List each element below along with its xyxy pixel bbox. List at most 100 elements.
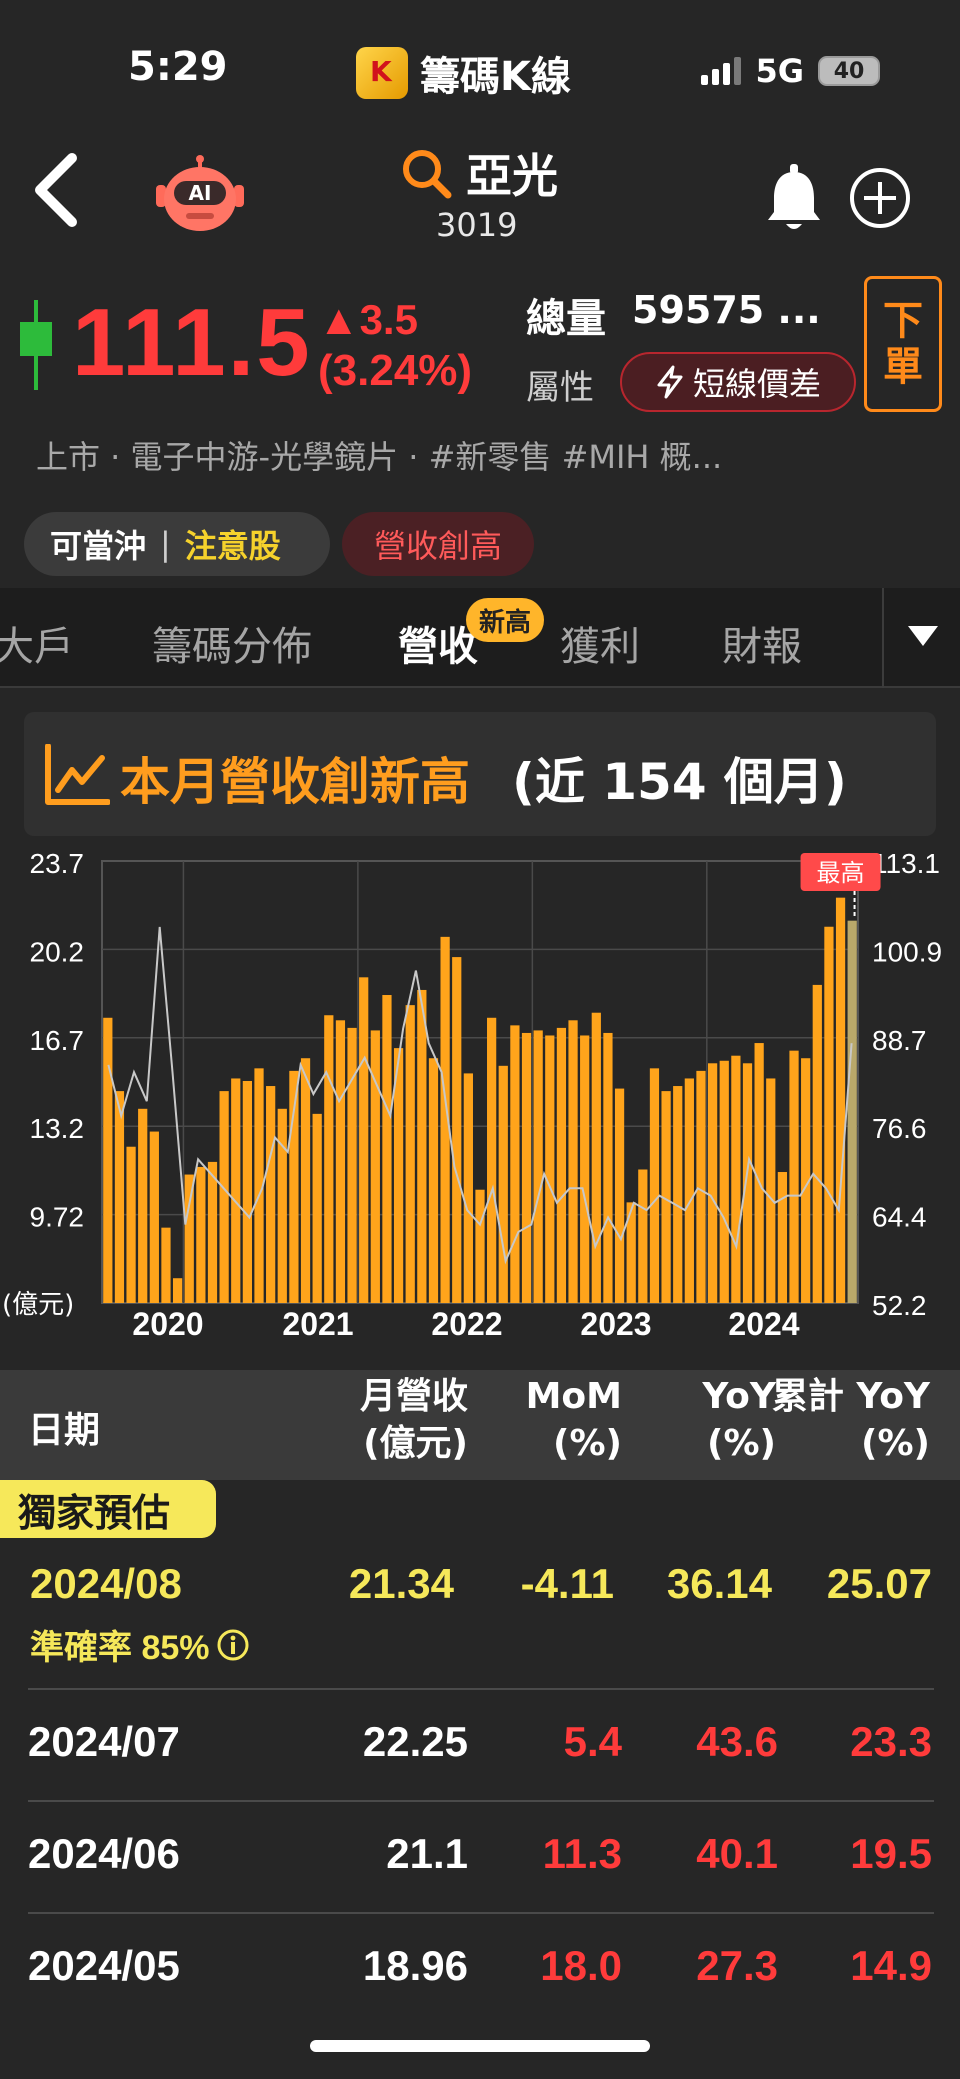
revenue-bar (510, 1025, 520, 1303)
revenue-bar (335, 1020, 346, 1303)
revenue-bar (324, 1015, 334, 1303)
y-right-tick-label: 88.7 (872, 1025, 927, 1056)
cell-revenue: 22.25 (362, 1718, 468, 1765)
current-price: 111.5 (72, 289, 312, 396)
revenue-bar (847, 920, 857, 1303)
trade-status-pill: 可當沖 | 注意股 (24, 512, 330, 576)
cell-yoy: 27.3 (696, 1942, 778, 1989)
revenue-bar (812, 984, 822, 1303)
candlestick-icon (20, 300, 52, 390)
tab-divider (882, 588, 884, 688)
bell-icon[interactable] (764, 162, 824, 234)
x-tick-label: 2024 (728, 1306, 799, 1342)
revenue-bar (138, 1108, 148, 1303)
info-icon[interactable] (216, 1628, 250, 1662)
order-button[interactable]: 下 單 (864, 276, 942, 412)
revenue-bar (777, 1172, 788, 1303)
industry-tags[interactable]: 上市 · 電子中游-光學鏡片 · #新零售 #MIH 概... (36, 432, 722, 478)
revenue-bar (347, 1027, 357, 1303)
add-watchlist-icon[interactable] (848, 166, 912, 230)
revenue-bar (580, 1035, 590, 1303)
dropdown-triangle-icon[interactable] (906, 624, 940, 648)
tab-chip-distribution[interactable]: 籌碼分佈 (152, 614, 312, 672)
cell-yoy: 40.1 (696, 1830, 778, 1877)
revenue-bar (556, 1027, 567, 1303)
revenue-bar (277, 1108, 287, 1303)
revenue-bar (231, 1078, 241, 1303)
revenue-bar (824, 926, 834, 1303)
revenue-bar (742, 1063, 753, 1303)
revenue-bar (835, 897, 846, 1303)
revenue-bar (475, 1189, 485, 1303)
tab-new-high-badge: 新高 (466, 598, 544, 642)
revenue-bar (708, 1063, 718, 1303)
x-tick-label: 2022 (431, 1306, 502, 1342)
tab-profit[interactable]: 獲利 (560, 614, 640, 672)
home-indicator[interactable] (310, 2040, 650, 2052)
cell-yoy: 43.6 (696, 1718, 778, 1765)
header-cum-yoy: 累計 YoY (%) (771, 1376, 930, 1464)
attribute-label: 屬性 (526, 368, 594, 408)
x-tick-label: 2023 (580, 1306, 651, 1342)
revenue-bar (417, 989, 427, 1303)
revenue-bar (545, 1035, 555, 1303)
back-arrow-icon[interactable] (28, 150, 88, 230)
revenue-bar (719, 1060, 729, 1303)
stock-search[interactable]: 亞光 (400, 140, 558, 206)
revenue-bar (498, 1065, 508, 1303)
header-date: 日期 (28, 1410, 101, 1451)
network-label: 5G (755, 52, 804, 90)
y-right-tick-label: 52.2 (872, 1290, 927, 1321)
revenue-bar (242, 1080, 252, 1303)
cell-cum-yoy: 14.9 (850, 1942, 932, 1989)
revenue-bar (149, 1131, 159, 1303)
cell-date: 2024/05 (28, 1942, 180, 1989)
cell-mom: 18.0 (540, 1942, 622, 1989)
revenue-bar (766, 1078, 776, 1303)
y-left-tick-label: 16.7 (30, 1025, 85, 1056)
table-header: 日期 月營收 (億元) MoM (%) YoY (%) 累計 YoY (%) (0, 1370, 960, 1480)
cell-revenue: 21.1 (386, 1830, 468, 1877)
revenue-bar (731, 1055, 741, 1303)
header-yoy: YoY (%) (702, 1376, 776, 1464)
revenue-bar (521, 1032, 532, 1303)
price-change: ▲3.5 (318, 296, 418, 343)
status-time: 5:29 (128, 44, 228, 90)
cell-cum-yoy: 19.5 (850, 1830, 932, 1877)
y-left-tick-label: 20.2 (30, 936, 85, 967)
x-tick-label: 2021 (282, 1306, 353, 1342)
revenue-bar (103, 1017, 113, 1303)
revenue-bar (487, 1017, 497, 1303)
header-revenue: 月營收 (億元) (359, 1376, 468, 1464)
revenue-bar (533, 1030, 543, 1303)
cell-revenue: 18.96 (362, 1942, 468, 1989)
revenue-bar (219, 1091, 229, 1303)
y-right-tick-label: 100.9 (872, 936, 942, 967)
lightning-icon (657, 365, 683, 399)
y-left-tick-label: 23.7 (30, 848, 85, 879)
search-icon (403, 150, 452, 199)
cell-date: 2024/06 (28, 1830, 180, 1877)
revenue-bar (614, 1088, 625, 1303)
revenue-bar (266, 1086, 276, 1303)
ai-robot-icon[interactable]: AI (150, 155, 250, 235)
revenue-bar (114, 1091, 125, 1303)
revenue-bar (463, 1073, 473, 1303)
exclusive-estimate-tag: 獨家預估 (0, 1480, 216, 1538)
revenue-bar (196, 1166, 206, 1303)
row-divider (28, 1800, 934, 1802)
revenue-high-pill: 營收創高 (342, 512, 534, 576)
tab-financials[interactable]: 財報 (722, 614, 802, 672)
y-left-tick-label: 9.72 (30, 1202, 85, 1233)
revenue-bar (638, 1169, 648, 1303)
revenue-bar (300, 1058, 311, 1303)
cell-date: 2024/08 (30, 1560, 182, 1607)
attribute-badge[interactable]: 短線價差 (620, 352, 856, 412)
banner-subtitle: (近 154 個月) (512, 753, 847, 811)
revenue-bar (591, 1012, 601, 1303)
max-marker-label: 最高 (817, 859, 865, 887)
revenue-bar (673, 1086, 683, 1303)
tab-major-holders[interactable]: 大戶 (0, 614, 74, 672)
status-app-title: K 籌碼K線 (356, 44, 571, 102)
cell-cum-yoy: 23.3 (850, 1718, 932, 1765)
